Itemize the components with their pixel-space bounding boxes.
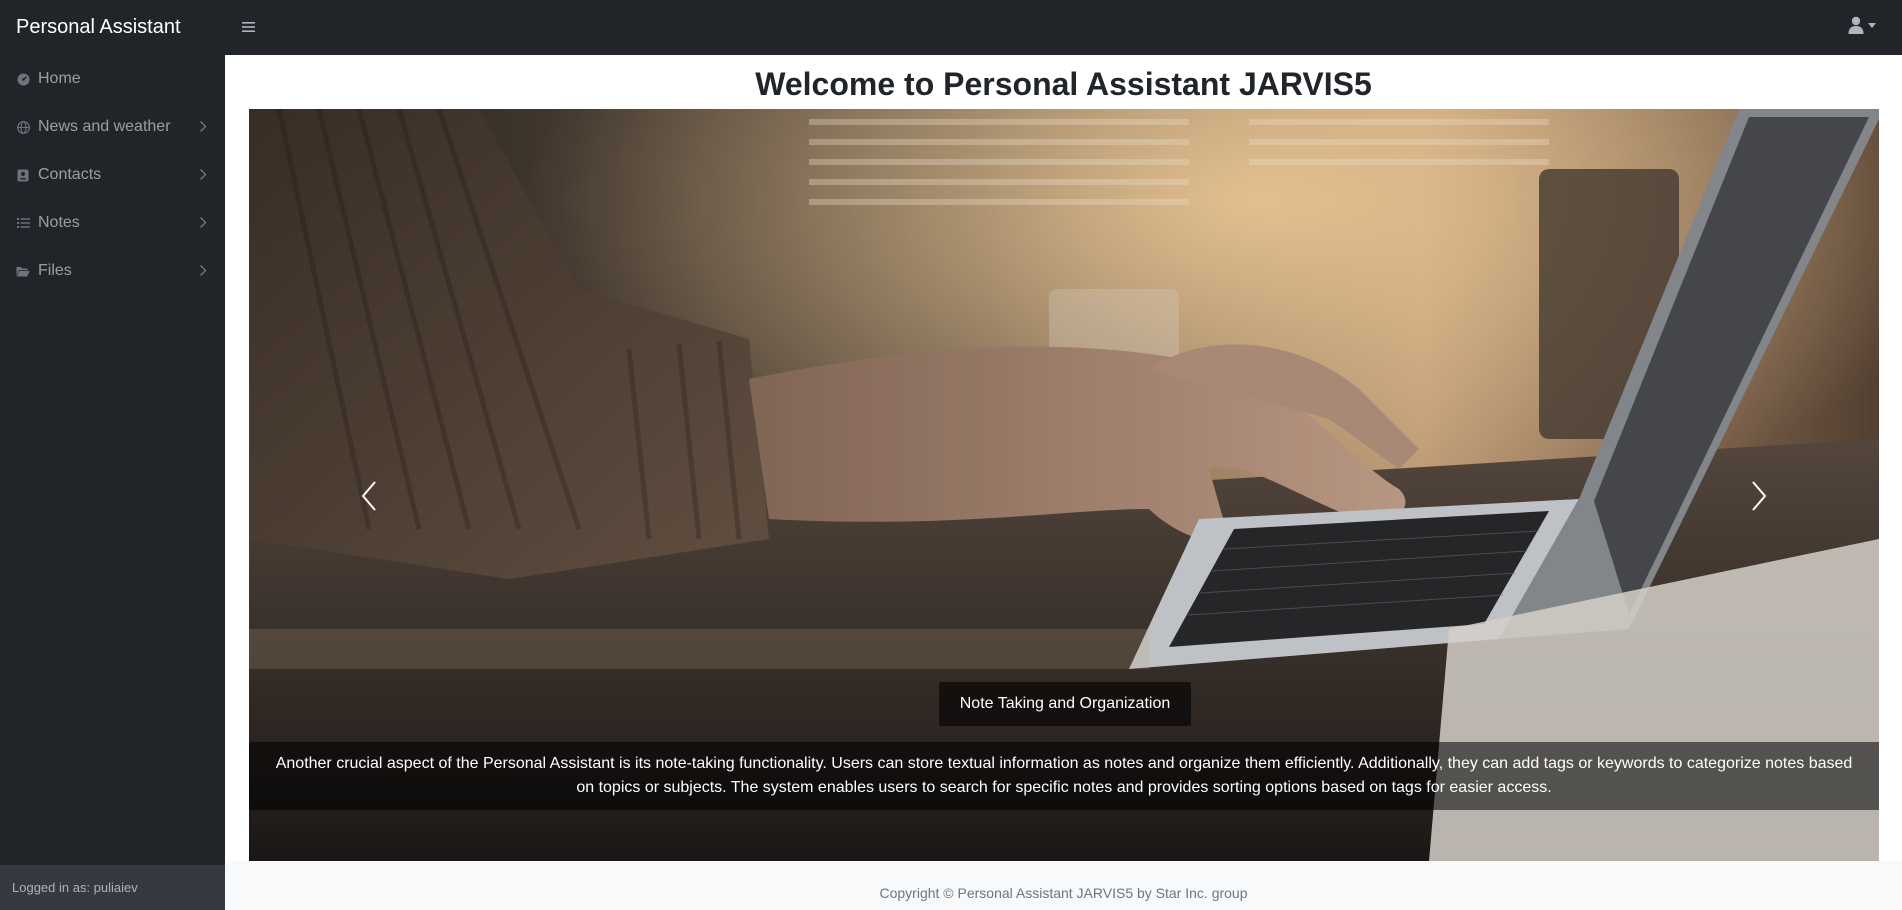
sidebar-item-contacts[interactable]: Contacts bbox=[0, 151, 225, 199]
sidebar-item-label: News and weather bbox=[38, 118, 171, 135]
image-carousel[interactable]: Note Taking and Organization Another cru… bbox=[249, 109, 1879, 861]
carousel-prev-button[interactable] bbox=[349, 466, 389, 526]
carousel-next-button[interactable] bbox=[1739, 466, 1779, 526]
brand-title[interactable]: Personal Assistant bbox=[0, 16, 225, 39]
sidebar-item-files[interactable]: Files bbox=[0, 247, 225, 295]
sidebar-item-label: Home bbox=[38, 70, 81, 87]
sidebar: Home News and weather Contacts Notes Fil… bbox=[0, 55, 225, 910]
hamburger-icon bbox=[241, 22, 255, 32]
address-book-icon bbox=[16, 168, 30, 182]
chevron-right-icon bbox=[1752, 481, 1767, 511]
chevron-left-icon bbox=[361, 481, 376, 511]
logged-in-status: Logged in as: puliaiev bbox=[0, 865, 225, 910]
folder-open-icon bbox=[16, 264, 30, 278]
carousel-caption-title: Note Taking and Organization bbox=[939, 682, 1191, 726]
sidebar-item-home[interactable]: Home bbox=[0, 55, 225, 103]
chevron-right-icon bbox=[199, 264, 207, 277]
main-content: Welcome to Personal Assistant JARVIS5 No… bbox=[225, 55, 1902, 910]
dashboard-icon bbox=[16, 72, 30, 86]
sidebar-item-label: Files bbox=[38, 262, 72, 279]
user-icon bbox=[1848, 16, 1864, 34]
list-icon bbox=[16, 216, 30, 230]
chevron-right-icon bbox=[199, 168, 207, 181]
page-footer: Copyright © Personal Assistant JARVIS5 b… bbox=[225, 861, 1902, 910]
sidebar-item-notes[interactable]: Notes bbox=[0, 199, 225, 247]
sidebar-item-label: Contacts bbox=[38, 166, 102, 183]
chevron-right-icon bbox=[199, 216, 207, 229]
caret-down-icon bbox=[1868, 22, 1876, 28]
chevron-right-icon bbox=[199, 120, 207, 133]
sidebar-item-news-and-weather[interactable]: News and weather bbox=[0, 103, 225, 151]
sidebar-toggle-button[interactable] bbox=[233, 17, 263, 38]
sidebar-item-label: Notes bbox=[38, 214, 80, 231]
carousel-caption-text: Another crucial aspect of the Personal A… bbox=[249, 742, 1879, 810]
top-navbar: Personal Assistant bbox=[0, 0, 1902, 55]
globe-icon bbox=[16, 120, 30, 134]
page-title: Welcome to Personal Assistant JARVIS5 bbox=[755, 66, 1372, 102]
user-menu-dropdown[interactable] bbox=[1848, 16, 1876, 34]
